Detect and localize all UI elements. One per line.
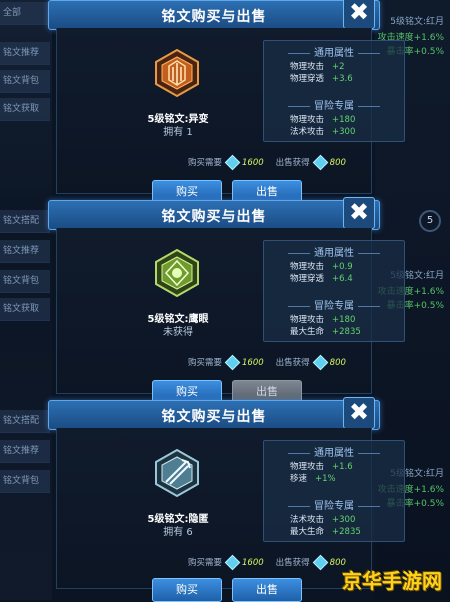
- rune-trade-dialog-3: 铭文购买与出售 ✖ 5级铭文:隐匿 拥有 6 通用属性 物理攻击 +1.6 移速 +…: [48, 397, 405, 602]
- sidebar-tab[interactable]: 铭文获取: [0, 298, 50, 321]
- attribute-line: 物理攻击 +180: [290, 315, 356, 325]
- crystal-icon: [224, 354, 241, 371]
- rune-owned-count: 拥有 1: [163, 127, 193, 138]
- dialog-title: 铭文购买与出售: [161, 409, 267, 425]
- close-button[interactable]: ✖: [343, 197, 375, 229]
- attribute-line: 法术攻击 +300: [290, 127, 356, 137]
- sidebar-tab[interactable]: 铭文推荐: [0, 440, 50, 463]
- sidebar-tab[interactable]: 铭文搭配: [0, 410, 50, 433]
- rune-icon-yibian: [155, 48, 199, 98]
- rune-owned-count: 拥有 6: [163, 527, 193, 538]
- attribute-line: 物理攻击 +180: [290, 115, 356, 125]
- crystal-icon: [224, 154, 241, 171]
- buy-cost-label: 购买需要: [188, 558, 223, 568]
- attribute-panel: 通用属性 物理攻击 +1.6 移速 +1% 冒险专属 法术攻击 +300 最大生命 +2…: [263, 440, 405, 542]
- price-row: 购买需要 1600 出售获得 800: [188, 354, 368, 371]
- attribute-line: 法术攻击 +300: [290, 515, 356, 525]
- adventure-attributes-header: 冒险专属: [264, 97, 404, 112]
- attribute-line: 物理穿透 +3.6: [290, 74, 353, 84]
- sidebar-tab[interactable]: 铭文推荐: [0, 42, 50, 65]
- close-button[interactable]: ✖: [343, 0, 375, 29]
- sell-gain-label: 出售获得: [275, 358, 310, 368]
- rune-trade-dialog-1: 铭文购买与出售 ✖ 5级铭文:异变 拥有 1 通用属性 物理攻击 +2 物理穿透 +…: [48, 0, 405, 205]
- buy-button[interactable]: 购买: [152, 578, 222, 602]
- attribute-panel: 通用属性 物理攻击 +0.9 物理穿透 +6.4 冒险专属 物理攻击 +180 最大生…: [263, 240, 405, 342]
- buy-cost-label: 购买需要: [188, 358, 223, 368]
- dialog-header: 铭文购买与出售 ✖: [48, 0, 380, 30]
- attribute-line: 物理攻击 +0.9: [290, 262, 353, 272]
- sidebar-tab[interactable]: 铭文背包: [0, 470, 50, 493]
- dialog-header: 铭文购买与出售 ✖: [48, 397, 380, 430]
- rune-level-badge: 5: [419, 210, 441, 232]
- crystal-icon: [312, 554, 328, 571]
- sell-gain-value: 800: [329, 158, 346, 168]
- general-attributes-header: 通用属性: [264, 444, 404, 459]
- buy-cost-value: 1600: [242, 158, 264, 168]
- sell-gain-value: 800: [329, 358, 346, 368]
- sidebar-tab[interactable]: 铭文背包: [0, 270, 50, 293]
- sidebar-tab[interactable]: 铭文获取: [0, 98, 50, 121]
- attribute-line: 移速 +1%: [290, 474, 336, 484]
- buy-cost-value: 1600: [242, 358, 264, 368]
- crystal-icon: [312, 354, 328, 371]
- price-row: 购买需要 1600 出售获得 800: [188, 154, 368, 171]
- attribute-line: 物理攻击 +2: [290, 62, 345, 72]
- buy-cost-label: 购买需要: [188, 158, 223, 168]
- dialog-title: 铭文购买与出售: [161, 209, 267, 225]
- adventure-attributes-header: 冒险专属: [264, 297, 404, 312]
- rune-category-sidebar: 全部 铭文推荐 铭文背包 铭文获取 铭文搭配 铭文推荐 铭文背包 铭文获取 铭文…: [0, 0, 52, 600]
- crystal-icon: [224, 554, 241, 571]
- sell-button[interactable]: 出售: [232, 578, 302, 602]
- adventure-attributes-header: 冒险专属: [264, 497, 404, 512]
- sell-gain-label: 出售获得: [275, 558, 310, 568]
- sidebar-tab[interactable]: 铭文搭配: [0, 210, 50, 233]
- crystal-icon: [312, 154, 328, 171]
- rune-list-item-name: 5级铭文:红月: [390, 17, 444, 27]
- dialog-title: 铭文购买与出售: [161, 9, 267, 25]
- attribute-panel: 通用属性 物理攻击 +2 物理穿透 +3.6 冒险专属 物理攻击 +180 法术攻击 +…: [263, 40, 405, 142]
- price-row: 购买需要 1600 出售获得 800: [188, 554, 368, 571]
- attribute-line: 物理穿透 +6.4: [290, 274, 353, 284]
- site-watermark: 京华手游网: [342, 569, 442, 593]
- rune-icon-yingyan: [155, 248, 199, 298]
- sell-gain-label: 出售获得: [275, 158, 310, 168]
- general-attributes-header: 通用属性: [264, 244, 404, 259]
- dialog-header: 铭文购买与出售 ✖: [48, 197, 380, 230]
- close-button[interactable]: ✖: [343, 397, 375, 429]
- attribute-line: 物理攻击 +1.6: [290, 462, 353, 472]
- attribute-line: 最大生命 +2835: [290, 527, 361, 537]
- sidebar-tab[interactable]: 全部: [0, 2, 50, 25]
- rune-icon-yinni: [155, 448, 199, 498]
- attribute-line: 最大生命 +2835: [290, 327, 361, 337]
- general-attributes-header: 通用属性: [264, 44, 404, 59]
- rune-owned-count: 未获得: [163, 327, 193, 338]
- sidebar-tab[interactable]: 铭文推荐: [0, 240, 50, 263]
- rune-trade-dialog-2: 铭文购买与出售 ✖ 5级铭文:鹰眼 未获得 通用属性 物理攻击 +0.9 物理穿透…: [48, 197, 405, 405]
- sidebar-tab[interactable]: 铭文背包: [0, 70, 50, 93]
- buy-cost-value: 1600: [242, 558, 264, 568]
